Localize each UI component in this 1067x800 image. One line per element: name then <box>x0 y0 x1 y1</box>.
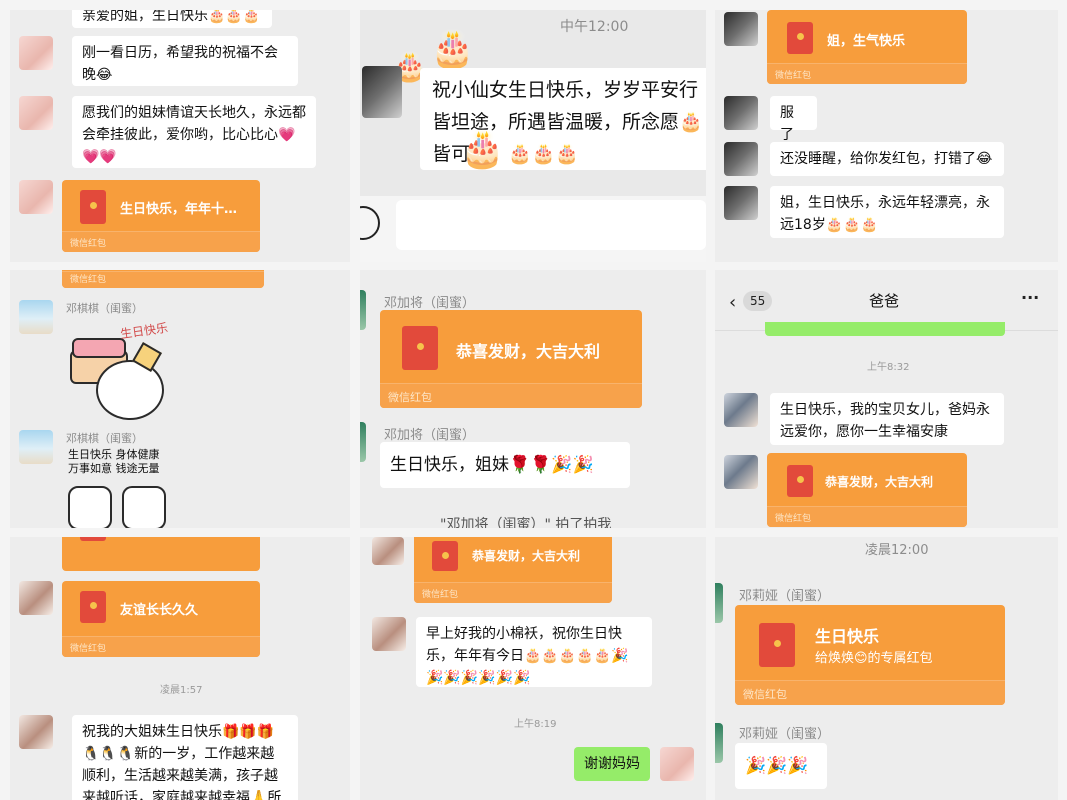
red-packet-title: 生日快乐 <box>815 627 880 646</box>
message-bubble[interactable]: 刚一看日历，希望我的祝福不会晚😂 <box>72 36 298 86</box>
birthday-sticker[interactable]: 生日快乐 <box>66 316 176 420</box>
red-packet[interactable]: 友谊长长久久 微信红包 <box>62 581 260 657</box>
unread-count-badge[interactable]: 55 <box>743 291 773 311</box>
red-packet-subtitle: 给焕焕😊的专属红包 <box>815 651 933 666</box>
sender-name: 邓加将（闺蜜） <box>384 296 476 311</box>
sender-name: 邓棋棋（闺蜜） <box>66 302 143 315</box>
message-bubble[interactable]: 早上好我的小棉袄，祝你生日快乐，年年有今日🎂🎂🎂🎂🎂🎉🎉🎉🎉🎉🎉🎉 <box>416 617 652 687</box>
avatar[interactable] <box>724 186 758 220</box>
red-packet-title: 姐，生气快乐 <box>827 34 906 49</box>
red-packet-icon <box>80 537 106 541</box>
red-packet[interactable]: 恭喜发财，大吉大利 微信红包 <box>414 537 612 603</box>
red-packet-title: 恭喜发财，大吉大利 <box>472 549 581 563</box>
avatar[interactable] <box>360 290 366 330</box>
timestamp: 凌晨1:57 <box>160 685 203 696</box>
chat-title: 爸爸 <box>869 292 900 310</box>
avatar[interactable] <box>19 430 53 464</box>
avatar[interactable] <box>360 422 366 462</box>
avatar[interactable] <box>724 393 758 427</box>
sticker-text: 生日快乐 身体健康 万事如意 钱途无量 <box>68 448 160 475</box>
avatar[interactable] <box>19 581 53 615</box>
red-packet-footer: 微信红包 <box>62 636 260 657</box>
avatar[interactable] <box>724 96 758 130</box>
avatar[interactable] <box>362 66 402 118</box>
red-packet-icon <box>432 541 458 571</box>
red-packet[interactable] <box>62 537 260 571</box>
chat-panel-9: 凌晨12:00 邓莉娅（闺蜜） 生日快乐 给焕焕😊的专属红包 微信红包 邓莉娅（… <box>715 537 1058 800</box>
avatar[interactable] <box>19 180 53 214</box>
red-packet-title: 生日快乐，年年十… <box>120 202 238 217</box>
red-packet-icon <box>80 591 106 623</box>
red-packet-icon <box>787 465 813 497</box>
timestamp: 上午8:19 <box>514 719 557 730</box>
cake-emoji: 🎂 <box>460 129 505 170</box>
red-packet-footer: 微信红包 <box>767 63 967 84</box>
red-packet-footer: 微信红包 <box>735 680 1005 705</box>
chat-panel-5: 邓加将（闺蜜） 恭喜发财，大吉大利 微信红包 邓加将（闺蜜） 生日快乐，姐妹🌹🌹… <box>360 270 706 528</box>
avatar[interactable] <box>19 300 53 334</box>
message-bubble[interactable]: 还没睡醒，给你发红包，打错了😂 <box>770 142 1004 176</box>
red-packet-icon <box>402 326 438 370</box>
reply-bubble[interactable]: 谢谢妈妈 <box>574 747 650 781</box>
chat-panel-4: 微信红包 邓棋棋（闺蜜） 生日快乐 邓棋棋（闺蜜） 生日快乐 身体健康 万事如意… <box>10 270 350 528</box>
avatar[interactable] <box>19 715 53 749</box>
red-packet-footer: 微信红包 <box>62 231 260 252</box>
avatar[interactable] <box>724 12 758 46</box>
message-input[interactable] <box>396 200 706 250</box>
red-packet-title: 恭喜发财，大吉大利 <box>825 475 934 489</box>
red-packet-footer: 微信红包 <box>767 506 967 527</box>
sender-name: 邓莉娅（闺蜜） <box>739 589 831 604</box>
message-bubble[interactable]: 生日快乐，我的宝贝女儿，爸妈永远爱你，愿你一生幸福安康 <box>770 393 1004 445</box>
message-bubble[interactable]: 姐，生日快乐，永远年轻漂亮，永远18岁🎂🎂🎂 <box>770 186 1004 238</box>
red-packet-title: 恭喜发财，大吉大利 <box>456 342 601 361</box>
avatar[interactable] <box>715 723 723 763</box>
message-bubble[interactable]: 祝我的大姐妹生日快乐🎁🎁🎁🐧🐧🐧新的一岁，工作越来越顺利，生活越来越美满，孩子越… <box>72 715 298 800</box>
avatar[interactable] <box>724 455 758 489</box>
chat-panel-6: ‹ 55 爸爸 ··· 上午8:32 生日快乐，我的宝贝女儿，爸妈永远爱你，愿你… <box>715 270 1058 528</box>
red-packet[interactable]: 恭喜发财，大吉大利 微信红包 <box>380 310 642 408</box>
red-packet[interactable]: 微信红包 <box>62 270 264 288</box>
red-packet[interactable]: 姐，生气快乐 微信红包 <box>767 10 967 84</box>
red-packet-footer: 微信红包 <box>380 383 642 408</box>
red-packet-title: 友谊长长久久 <box>120 603 199 618</box>
chat-panel-1: 亲爱的姐，生日快乐🎂🎂🎂 刚一看日历，希望我的祝福不会晚😂 愿我们的姐妹情谊天长… <box>10 10 350 262</box>
avatar[interactable] <box>372 537 404 565</box>
message-bubble[interactable]: 亲爱的姐，生日快乐🎂🎂🎂 <box>72 10 272 28</box>
red-packet[interactable]: 生日快乐，年年十… 微信红包 <box>62 180 260 252</box>
sender-name: 邓棋棋（闺蜜） <box>66 432 143 445</box>
timestamp: 中午12:00 <box>560 19 629 35</box>
message-bubble[interactable]: 生日快乐，姐妹🌹🌹🎉🎉 <box>380 442 630 488</box>
red-packet-footer: 微信红包 <box>62 271 264 288</box>
chat-panel-7: 友谊长长久久 微信红包 凌晨1:57 祝我的大姐妹生日快乐🎁🎁🎁🐧🐧🐧新的一岁，… <box>10 537 350 800</box>
message-bubble[interactable]: 愿我们的姐妹情谊天长地久，永远都会牵挂彼此，爱你哟，比心比心💗💗💗 <box>72 96 316 168</box>
green-bubble-partial[interactable] <box>765 322 1005 336</box>
message-bubble[interactable]: 服了 <box>770 96 817 143</box>
avatar[interactable] <box>724 142 758 176</box>
red-packet-icon <box>787 22 813 54</box>
back-chevron-icon[interactable]: ‹ <box>729 292 736 313</box>
chat-panel-2: 中午12:00 🎂 🎂 祝小仙女生日快乐，岁岁平安行皆坦途，所遇皆温暖，所念愿🎂… <box>360 10 706 262</box>
pat-notice: "邓加将（闺蜜）" 拍了拍我 <box>440 517 612 528</box>
red-packet[interactable]: 生日快乐 给焕焕😊的专属红包 微信红包 <box>735 605 1005 705</box>
sender-name: 邓加将（闺蜜） <box>384 428 476 443</box>
message-bubble[interactable]: 🎉🎉🎉 <box>735 743 827 789</box>
avatar[interactable] <box>372 617 406 651</box>
more-icon[interactable]: ··· <box>1021 288 1039 307</box>
chat-panel-8: 恭喜发财，大吉大利 微信红包 早上好我的小棉袄，祝你生日快乐，年年有今日🎂🎂🎂🎂… <box>360 537 706 800</box>
red-packet-icon <box>80 190 106 224</box>
cake-emoji: 🎂 <box>430 29 475 70</box>
chat-panel-3: 姐，生气快乐 微信红包 服了 还没睡醒，给你发红包，打错了😂 姐，生日快乐，永远… <box>715 10 1058 262</box>
red-packet[interactable]: 恭喜发财，大吉大利 微信红包 <box>767 453 967 527</box>
avatar[interactable] <box>19 96 53 130</box>
sticker-text: 生日快乐 <box>119 320 169 342</box>
sender-name: 邓莉娅（闺蜜） <box>739 727 831 742</box>
timestamp: 凌晨12:00 <box>865 543 929 558</box>
avatar[interactable] <box>19 36 53 70</box>
avatar[interactable] <box>715 583 723 623</box>
blessing-sticker[interactable]: 生日快乐 身体健康 万事如意 钱途无量 <box>66 446 176 528</box>
timestamp: 上午8:32 <box>867 362 910 373</box>
avatar[interactable] <box>660 747 694 781</box>
red-packet-footer: 微信红包 <box>414 582 612 603</box>
red-packet-icon <box>759 623 795 667</box>
